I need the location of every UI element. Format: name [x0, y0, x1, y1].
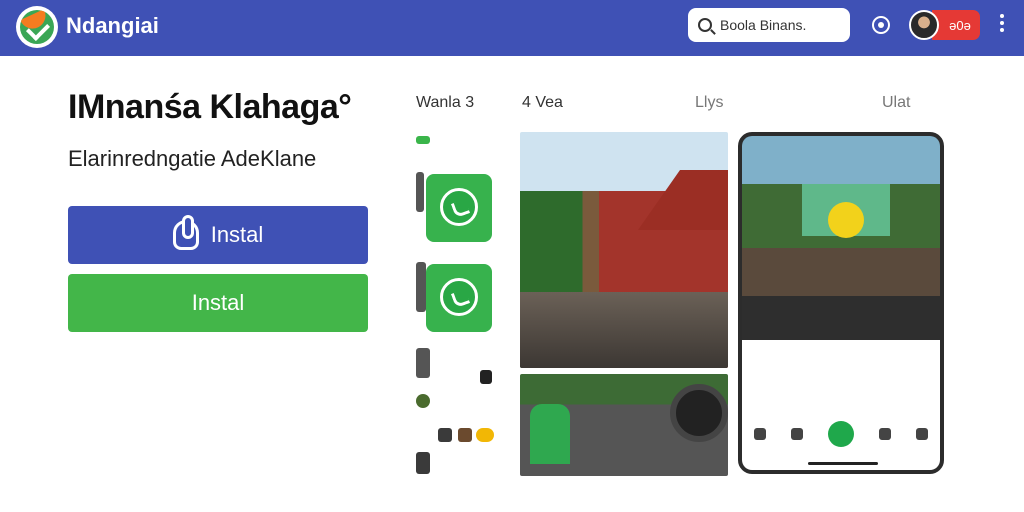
strip-item[interactable]: [416, 136, 430, 144]
install-secondary-label: Instal: [191, 290, 245, 315]
strip-label: Wanla 3: [416, 94, 475, 111]
phone-highlight: [828, 202, 864, 238]
hand-icon: [172, 215, 199, 250]
phone-mockup: [738, 132, 944, 474]
motorbike-photo[interactable]: [520, 374, 728, 476]
whatsapp-icon[interactable]: [426, 174, 492, 242]
menu-icon[interactable]: [878, 428, 891, 440]
profile-icon[interactable]: [915, 428, 928, 440]
photos-label: 4 Vea: [522, 94, 563, 111]
strip-item[interactable]: [416, 394, 430, 408]
phone-label: Llys: [695, 94, 724, 111]
strip-item[interactable]: [458, 428, 472, 442]
app-icon[interactable]: [827, 421, 854, 447]
strip-item[interactable]: [476, 428, 494, 442]
phone-bottom-nav: [742, 414, 940, 454]
search-input[interactable]: [720, 17, 838, 33]
top-bar: Ndangiai ə0ə: [0, 0, 1024, 56]
search-icon: [698, 18, 712, 32]
install-button-label: Instal: [210, 222, 264, 247]
home-icon[interactable]: [754, 428, 767, 440]
phone-info-row: [742, 296, 940, 344]
page-subtitle: Elarinredngatie AdeKlane: [68, 146, 317, 171]
info-label: Ulat: [882, 94, 911, 111]
chat-icon[interactable]: [791, 428, 804, 440]
strip-item[interactable]: [416, 348, 430, 378]
logo-icon[interactable]: [16, 6, 58, 48]
strip-item[interactable]: [416, 262, 426, 312]
strip-item[interactable]: [438, 428, 452, 442]
phone-card[interactable]: [752, 348, 940, 408]
install-secondary-button[interactable]: Instal: [68, 274, 368, 332]
page-title: IMnanśa Klahaga°: [68, 88, 352, 126]
install-button[interactable]: Instal: [68, 206, 368, 264]
screenshot-strip: [416, 132, 496, 477]
strip-item[interactable]: [416, 172, 424, 212]
search-box[interactable]: [688, 8, 850, 42]
strip-item[interactable]: [416, 452, 430, 474]
whatsapp-icon[interactable]: [426, 264, 492, 332]
notification-badge[interactable]: ə0ə: [932, 10, 980, 40]
info-icon[interactable]: [872, 16, 890, 34]
home-indicator: [808, 462, 878, 465]
village-photo[interactable]: [520, 132, 728, 368]
app-name[interactable]: Ndangiai: [66, 13, 159, 39]
avatar[interactable]: [909, 10, 939, 40]
strip-item[interactable]: [480, 370, 492, 384]
more-vert-icon[interactable]: [996, 14, 1008, 36]
